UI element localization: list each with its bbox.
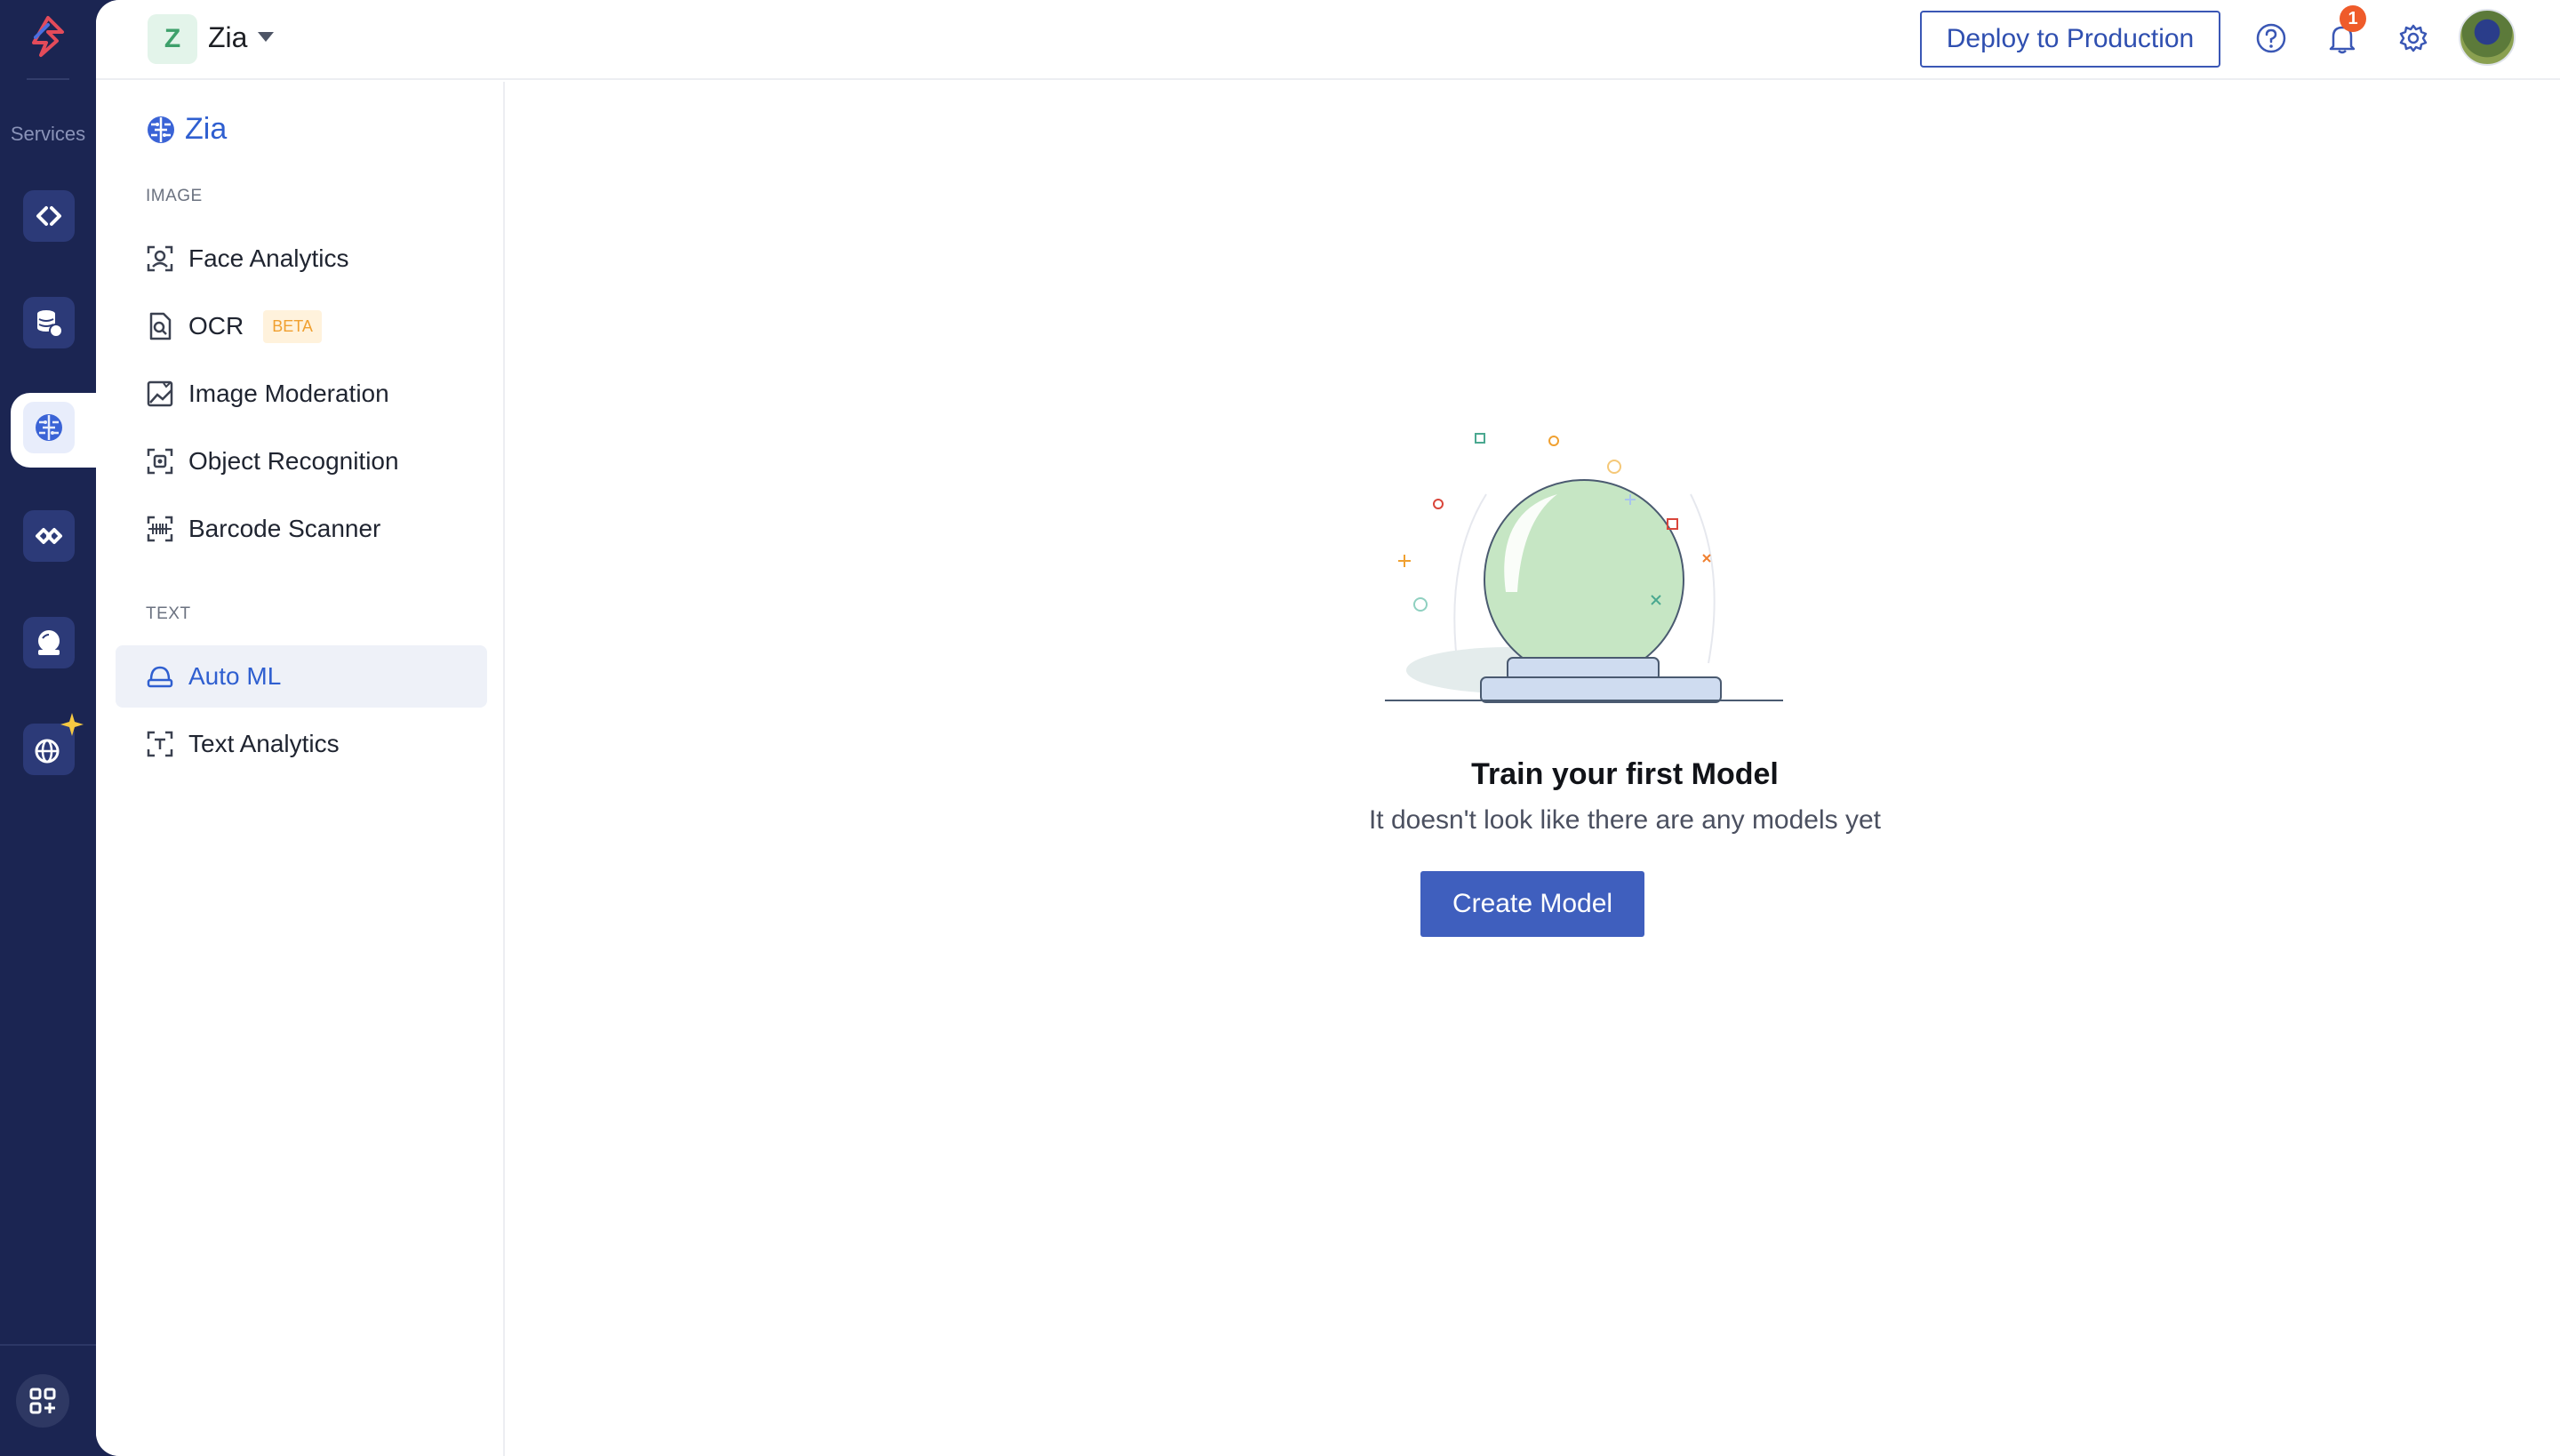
rail-bottom-divider: [0, 1344, 96, 1346]
bot-icon: [38, 630, 60, 655]
sidebar-item-text-analytics[interactable]: Text Analytics: [116, 713, 487, 775]
text-scan-icon: [147, 731, 173, 757]
apps-add-button[interactable]: [16, 1374, 69, 1428]
sidebar-item-label: Auto ML: [188, 662, 282, 690]
sidebar-item-label: Text Analytics: [188, 730, 340, 757]
document-search-icon: [149, 312, 172, 340]
rail-item-code[interactable]: [23, 190, 75, 242]
settings-button[interactable]: [2393, 18, 2434, 59]
catalyst-logo-icon[interactable]: [21, 11, 75, 64]
top-bar: Z Zia Deploy to Production 1: [96, 0, 2560, 80]
user-avatar[interactable]: [2459, 9, 2516, 66]
deploy-to-production-button[interactable]: Deploy to Production: [1920, 11, 2220, 68]
empty-state-title: Train your first Model: [1471, 757, 1779, 791]
rail-divider: [27, 78, 69, 80]
section-heading-image: IMAGE: [146, 187, 203, 205]
sidebar-item-face-analytics[interactable]: Face Analytics: [116, 228, 487, 290]
sidebar-item-label: Face Analytics: [188, 244, 349, 272]
sidebar-item-ocr[interactable]: OCR BETA: [116, 295, 487, 357]
help-icon: [2256, 23, 2286, 53]
project-avatar[interactable]: Z: [148, 14, 197, 64]
sidebar-header: Zia: [144, 112, 227, 147]
help-button[interactable]: [2251, 18, 2292, 59]
rail-item-integration[interactable]: [23, 510, 75, 562]
section-heading-text: TEXT: [146, 604, 191, 623]
app-panel: Z Zia Deploy to Production 1 Zia IMAGE F…: [96, 0, 2560, 1456]
sidebar-item-label: Object Recognition: [188, 447, 399, 475]
sidebar-item-auto-ml[interactable]: Auto ML: [116, 645, 487, 708]
zia-sidebar: Zia IMAGE Face Analytics OCR BETA Image …: [96, 82, 505, 1456]
sidebar-item-label: Barcode Scanner: [188, 515, 381, 542]
beta-badge: BETA: [263, 309, 322, 343]
automl-icon: [147, 666, 173, 688]
crystal-ball-illustration: [1385, 433, 1783, 703]
sparkle-icon: [60, 713, 84, 736]
sidebar-title: Zia: [185, 112, 228, 146]
empty-state-subtitle: It doesn't look like there are any model…: [1368, 805, 1882, 835]
brain-icon: [36, 414, 62, 441]
sidebar-item-label: OCR: [188, 312, 244, 340]
code-icon: [36, 206, 61, 226]
brain-icon: [148, 116, 174, 143]
sidebar-item-image-moderation[interactable]: Image Moderation: [116, 363, 487, 425]
project-name[interactable]: Zia: [208, 21, 247, 54]
sidebar-item-label: Image Moderation: [188, 380, 389, 407]
service-rail: Services: [0, 0, 96, 1456]
database-cloud-icon: [37, 310, 63, 338]
sidebar-item-object-recognition[interactable]: Object Recognition: [116, 430, 487, 492]
services-label: Services: [10, 123, 86, 145]
face-scan-icon: [147, 245, 173, 272]
apps-add-icon: [29, 1388, 56, 1414]
create-model-button[interactable]: Create Model: [1420, 871, 1644, 937]
barcode-icon: [147, 516, 173, 542]
notification-count-badge: 1: [2340, 5, 2366, 32]
rail-item-data-store[interactable]: [23, 297, 75, 348]
object-scan-icon: [147, 448, 173, 475]
gear-icon: [2399, 24, 2428, 52]
rail-item-bot[interactable]: [23, 617, 75, 668]
chevron-down-icon[interactable]: [258, 32, 274, 42]
sidebar-item-barcode-scanner[interactable]: Barcode Scanner: [116, 498, 487, 560]
integration-icon: [36, 528, 62, 544]
rail-item-zia[interactable]: [23, 402, 75, 453]
image-check-icon: [147, 380, 173, 407]
